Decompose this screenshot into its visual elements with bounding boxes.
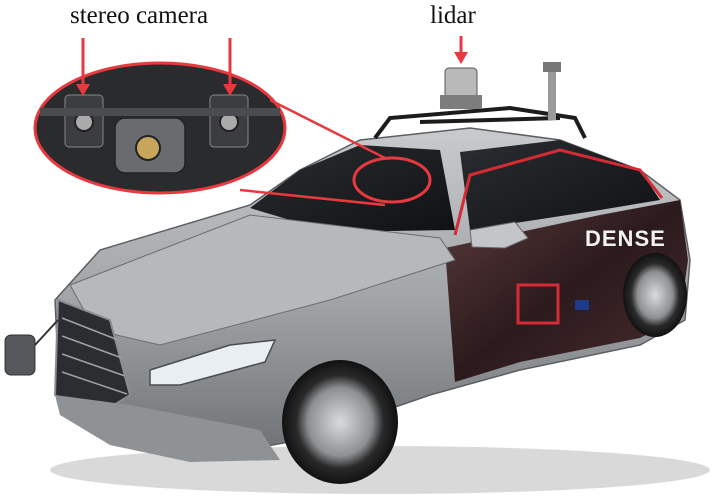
inset-leader-top [269, 98, 386, 160]
stereo-camera-arrow-right [223, 38, 237, 96]
sensor-cable [34, 319, 59, 346]
stereo-camera-arrow-left [76, 38, 90, 96]
roof-mast [543, 62, 561, 120]
door-brand-logo: DENSE [585, 226, 666, 251]
front-wheel [282, 360, 398, 484]
lidar-sensor [440, 67, 482, 109]
lidar-arrow [454, 36, 468, 64]
rear-wheel [623, 253, 687, 337]
camera-mount-bar [40, 108, 280, 116]
car-photo: DENSE [4, 36, 710, 494]
bumper-sensor [4, 334, 36, 376]
eu-flag-icon [575, 300, 589, 310]
stereo-camera-inset [33, 61, 287, 195]
